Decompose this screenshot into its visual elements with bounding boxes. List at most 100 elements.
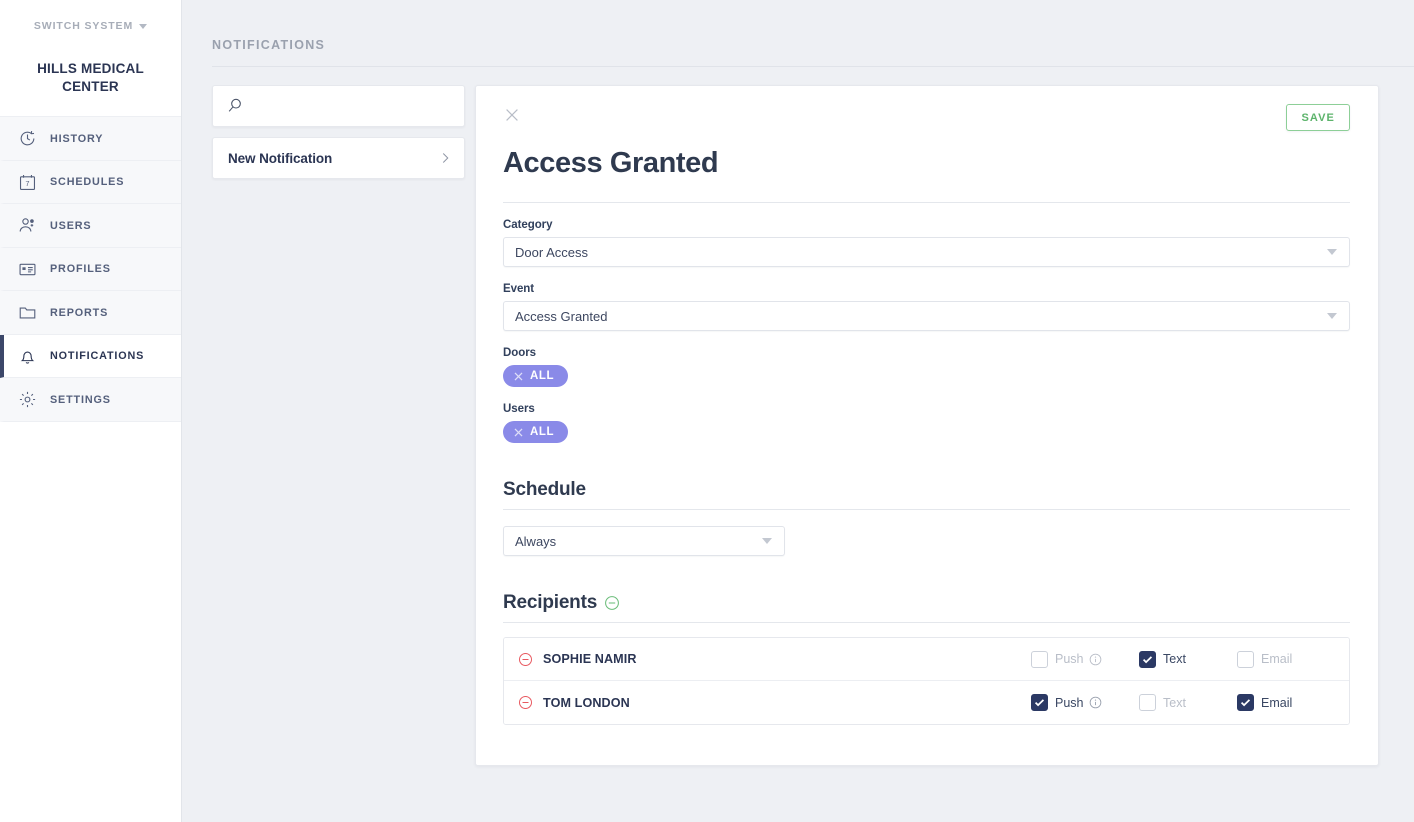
push-label: Push: [1055, 695, 1084, 710]
switch-system-label: SWITCH SYSTEM: [33, 20, 134, 32]
search-box[interactable]: [212, 85, 465, 127]
text-checkbox[interactable]: [1139, 650, 1156, 668]
users-chip-all[interactable]: ALL: [503, 421, 569, 443]
text-checkbox-option[interactable]: Text: [1139, 694, 1237, 711]
schedule-value: Always: [515, 533, 557, 549]
clock-icon: [18, 129, 37, 148]
id-card-icon: [18, 260, 37, 279]
chevron-down-icon: [762, 538, 772, 544]
category-value: Door Access: [515, 244, 588, 260]
push-checkbox-option[interactable]: Push: [1031, 694, 1139, 711]
schedule-title-label: Schedule: [503, 479, 586, 500]
recipients-table: SOPHIE NAMIR Push Text Email TOM LONDON …: [503, 637, 1350, 725]
sidebar-item-notifications[interactable]: NOTIFICATIONS: [0, 334, 181, 379]
remove-recipient-icon[interactable]: [518, 652, 533, 667]
table-row: SOPHIE NAMIR Push Text Email: [504, 638, 1349, 681]
save-button[interactable]: SAVE: [1286, 104, 1350, 131]
sidebar-nav: HISTORY 7 SCHEDULES USERS PROFILES REPOR…: [0, 117, 181, 422]
schedule-divider: [503, 509, 1350, 510]
page-header: NOTIFICATIONS: [182, 0, 1414, 52]
sidebar-item-label: SCHEDULES: [50, 176, 125, 189]
doors-label: Doors: [503, 347, 536, 359]
users-label: Users: [503, 403, 535, 415]
category-field: Category Door Access: [501, 219, 1350, 267]
page-title: NOTIFICATIONS: [212, 38, 326, 52]
chip-label: ALL: [530, 426, 555, 438]
event-label: Event: [503, 283, 535, 295]
panels-container: New Notification SAVE Access Granted Cat…: [182, 67, 1414, 766]
recipient-identity: TOM LONDON: [518, 695, 1031, 710]
notification-list-panel: New Notification: [212, 85, 465, 179]
list-item-label: New Notification: [228, 150, 333, 166]
email-checkbox[interactable]: [1237, 650, 1254, 668]
table-row: TOM LONDON Push Text Email: [504, 681, 1349, 724]
close-icon[interactable]: [513, 371, 524, 382]
remove-recipient-icon[interactable]: [518, 695, 533, 710]
search-input[interactable]: [253, 98, 452, 114]
svg-text:7: 7: [26, 180, 30, 188]
recipients-title-label: Recipients: [503, 592, 598, 613]
schedule-select[interactable]: Always: [503, 526, 785, 556]
event-field: Event Access Granted: [501, 283, 1350, 331]
main-content: NOTIFICATIONS New Notification SAVE Acce…: [182, 0, 1414, 822]
event-value: Access Granted: [515, 308, 608, 324]
users-field: Users ALL: [501, 403, 1350, 443]
sidebar-item-label: HISTORY: [50, 132, 104, 145]
sidebar-item-schedules[interactable]: 7 SCHEDULES: [0, 160, 181, 205]
chevron-down-icon: [1327, 249, 1337, 255]
sidebar: SWITCH SYSTEM HILLS MEDICAL CENTER HISTO…: [0, 0, 182, 822]
category-label: Category: [503, 219, 553, 231]
sidebar-item-label: SETTINGS: [50, 393, 111, 406]
search-icon: [225, 96, 245, 116]
category-select[interactable]: Door Access: [503, 237, 1350, 267]
push-label: Push: [1055, 652, 1084, 666]
sidebar-item-label: PROFILES: [50, 263, 111, 276]
add-recipient-icon[interactable]: [604, 595, 620, 611]
recipient-channels: Push Text Email: [1031, 650, 1317, 668]
text-label: Text: [1163, 695, 1186, 710]
email-label: Email: [1261, 652, 1293, 666]
list-item-new-notification[interactable]: New Notification: [212, 137, 465, 179]
folder-icon: [18, 303, 37, 322]
detail-title: Access Granted: [503, 147, 719, 179]
recipients-section-title: Recipients: [503, 592, 1350, 614]
sidebar-item-reports[interactable]: REPORTS: [0, 291, 181, 335]
chevron-right-icon: [441, 151, 450, 165]
event-select[interactable]: Access Granted: [503, 301, 1350, 331]
info-icon[interactable]: [1089, 653, 1102, 666]
sidebar-item-profiles[interactable]: PROFILES: [0, 247, 181, 292]
schedule-field: Always: [501, 526, 1350, 556]
sidebar-item-settings[interactable]: SETTINGS: [0, 378, 181, 422]
push-checkbox[interactable]: [1031, 650, 1048, 668]
organization-name: HILLS MEDICAL CENTER: [0, 52, 181, 118]
sidebar-item-users[interactable]: USERS: [0, 204, 181, 248]
close-icon[interactable]: [503, 106, 521, 124]
email-checkbox-option[interactable]: Email: [1237, 694, 1317, 711]
recipient-identity: SOPHIE NAMIR: [518, 652, 1031, 667]
close-icon[interactable]: [513, 427, 524, 438]
sidebar-item-label: NOTIFICATIONS: [50, 350, 145, 363]
bell-icon: [18, 347, 37, 366]
email-checkbox-option[interactable]: Email: [1237, 650, 1317, 668]
users-icon: [18, 216, 37, 235]
email-checkbox[interactable]: [1237, 694, 1254, 711]
title-divider: [503, 202, 1350, 203]
sidebar-item-history[interactable]: HISTORY: [0, 117, 181, 161]
recipient-channels: Push Text Email: [1031, 694, 1317, 711]
text-checkbox[interactable]: [1139, 694, 1156, 711]
push-checkbox[interactable]: [1031, 694, 1048, 711]
schedule-section-title: Schedule: [503, 479, 1350, 501]
info-icon[interactable]: [1089, 696, 1102, 709]
app-root: SWITCH SYSTEM HILLS MEDICAL CENTER HISTO…: [0, 0, 1414, 822]
recipient-name: TOM LONDON: [543, 695, 630, 710]
text-label: Text: [1163, 652, 1186, 666]
calendar-icon: 7: [18, 173, 37, 192]
notification-detail-panel: SAVE Access Granted Category Door Access…: [475, 85, 1379, 766]
text-checkbox-option[interactable]: Text: [1139, 650, 1237, 668]
switch-system-dropdown[interactable]: SWITCH SYSTEM: [0, 0, 181, 52]
doors-chip-all[interactable]: ALL: [503, 365, 569, 387]
push-checkbox-option[interactable]: Push: [1031, 650, 1139, 668]
doors-field: Doors ALL: [501, 347, 1350, 387]
gear-icon: [18, 390, 37, 409]
chip-label: ALL: [530, 370, 555, 382]
